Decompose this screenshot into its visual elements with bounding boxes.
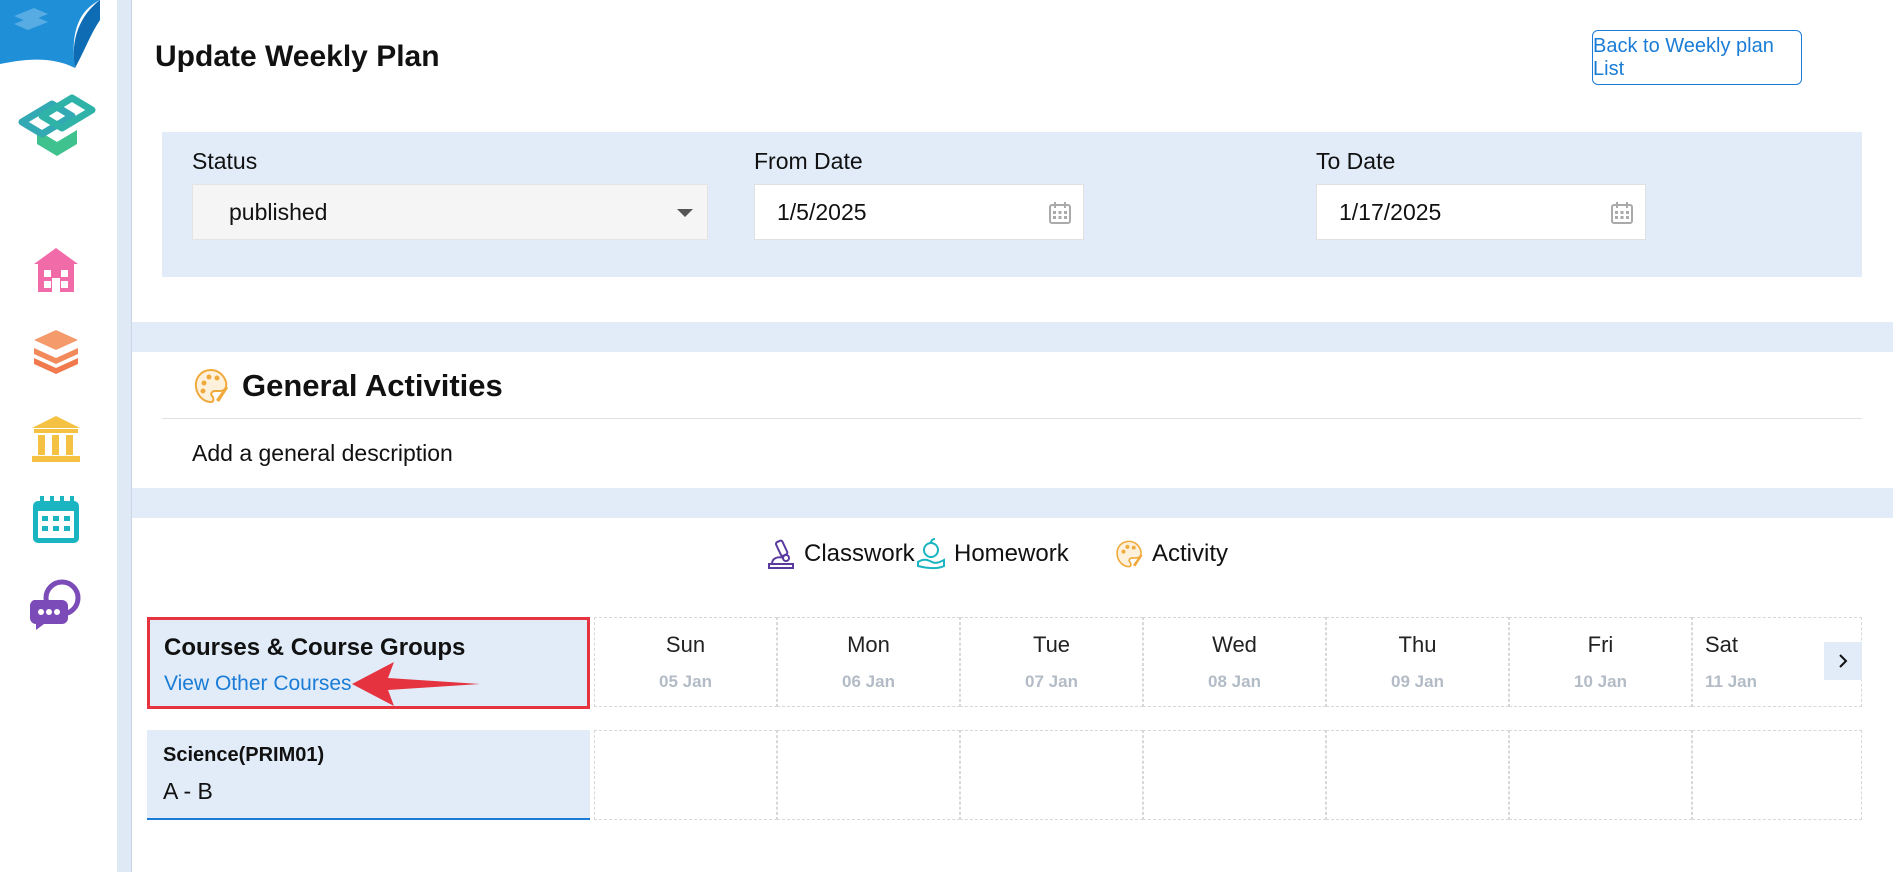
page-title: Update Weekly Plan xyxy=(155,40,440,73)
plan-cell-fri[interactable] xyxy=(1509,730,1692,820)
status-label: Status xyxy=(192,148,258,174)
palette-icon xyxy=(1116,540,1143,568)
plan-cell-wed[interactable] xyxy=(1143,730,1326,820)
books-icon[interactable] xyxy=(30,328,82,380)
calendar-icon[interactable] xyxy=(1611,202,1633,224)
corner-badge-icon xyxy=(0,0,100,68)
plan-cell-thu[interactable] xyxy=(1326,730,1509,820)
status-value: published xyxy=(229,198,328,225)
calendar-icon[interactable] xyxy=(1049,202,1071,224)
day-date: 07 Jan xyxy=(1025,672,1078,691)
main-content: Update Weekly Plan Back to Weekly plan L… xyxy=(132,0,1893,872)
caret-down-icon xyxy=(677,209,693,217)
to-date-label: To Date xyxy=(1316,148,1396,174)
day-name: Tue xyxy=(1032,632,1071,657)
from-date-input[interactable]: 1/5/2025 xyxy=(754,184,1084,240)
day-header-thu: Thu 09 Jan xyxy=(1326,617,1509,707)
from-date-label: From Date xyxy=(754,148,863,174)
day-date: 06 Jan xyxy=(842,672,895,691)
status-select[interactable]: published xyxy=(192,184,708,240)
legend-activity-label: Activity xyxy=(1152,540,1229,567)
microscope-icon xyxy=(768,539,794,569)
next-week-button[interactable] xyxy=(1824,642,1862,680)
day-date: 10 Jan xyxy=(1574,672,1627,691)
legend-classwork: Classwork xyxy=(766,538,915,570)
palette-icon xyxy=(194,368,228,404)
day-name: Fri xyxy=(1587,632,1614,657)
plan-cell-sat[interactable] xyxy=(1692,730,1862,820)
day-name: Sat xyxy=(1705,632,1739,657)
plan-cell-mon[interactable] xyxy=(777,730,960,820)
section-band xyxy=(132,322,1893,352)
general-description-input[interactable]: Add a general description xyxy=(192,440,453,467)
day-date: 09 Jan xyxy=(1391,672,1444,691)
chat-icon[interactable] xyxy=(30,578,82,630)
day-header-mon: Mon 06 Jan xyxy=(777,617,960,707)
divider xyxy=(162,418,1862,419)
calendar-icon[interactable] xyxy=(30,494,82,546)
day-date: 05 Jan xyxy=(659,672,712,691)
general-activities-title: General Activities xyxy=(242,368,503,403)
sidebar-rail xyxy=(117,0,132,872)
day-name: Mon xyxy=(847,632,890,657)
view-other-courses-link[interactable]: View Other Courses xyxy=(164,672,352,696)
filter-panel: Status published From Date 1/5/2025 To D… xyxy=(162,132,1862,277)
day-header-fri: Fri 10 Jan xyxy=(1509,617,1692,707)
apple-hand-icon xyxy=(917,538,945,570)
institution-icon[interactable] xyxy=(30,412,82,464)
red-arrow-annotation xyxy=(352,662,480,706)
day-name: Wed xyxy=(1212,632,1257,657)
course-group: A - B xyxy=(163,778,213,804)
legend-homework: Homework xyxy=(916,538,1069,570)
school-icon[interactable] xyxy=(30,244,82,296)
section-band xyxy=(132,488,1893,518)
day-header-sun: Sun 05 Jan xyxy=(594,617,777,707)
chevron-right-icon xyxy=(1839,654,1848,668)
app-logo-icon xyxy=(18,94,96,156)
from-date-value: 1/5/2025 xyxy=(777,198,867,225)
legend-activity: Activity xyxy=(1114,538,1228,570)
day-date: 08 Jan xyxy=(1208,672,1261,691)
legend-classwork-label: Classwork xyxy=(804,540,915,567)
to-date-input[interactable]: 1/17/2025 xyxy=(1316,184,1646,240)
plan-cell-sun[interactable] xyxy=(594,730,777,820)
day-date: 11 Jan xyxy=(1705,672,1757,691)
sidebar xyxy=(0,0,117,872)
day-name: Sun xyxy=(665,632,706,657)
day-header-wed: Wed 08 Jan xyxy=(1143,617,1326,707)
course-row-header[interactable]: Science(PRIM01) A - B xyxy=(147,730,590,820)
legend-homework-label: Homework xyxy=(954,540,1069,567)
day-name: Thu xyxy=(1398,632,1437,657)
back-to-list-button[interactable]: Back to Weekly plan List xyxy=(1592,30,1802,85)
to-date-value: 1/17/2025 xyxy=(1339,198,1442,225)
day-header-tue: Tue 07 Jan xyxy=(960,617,1143,707)
course-name: Science(PRIM01) xyxy=(163,744,325,766)
plan-cell-tue[interactable] xyxy=(960,730,1143,820)
